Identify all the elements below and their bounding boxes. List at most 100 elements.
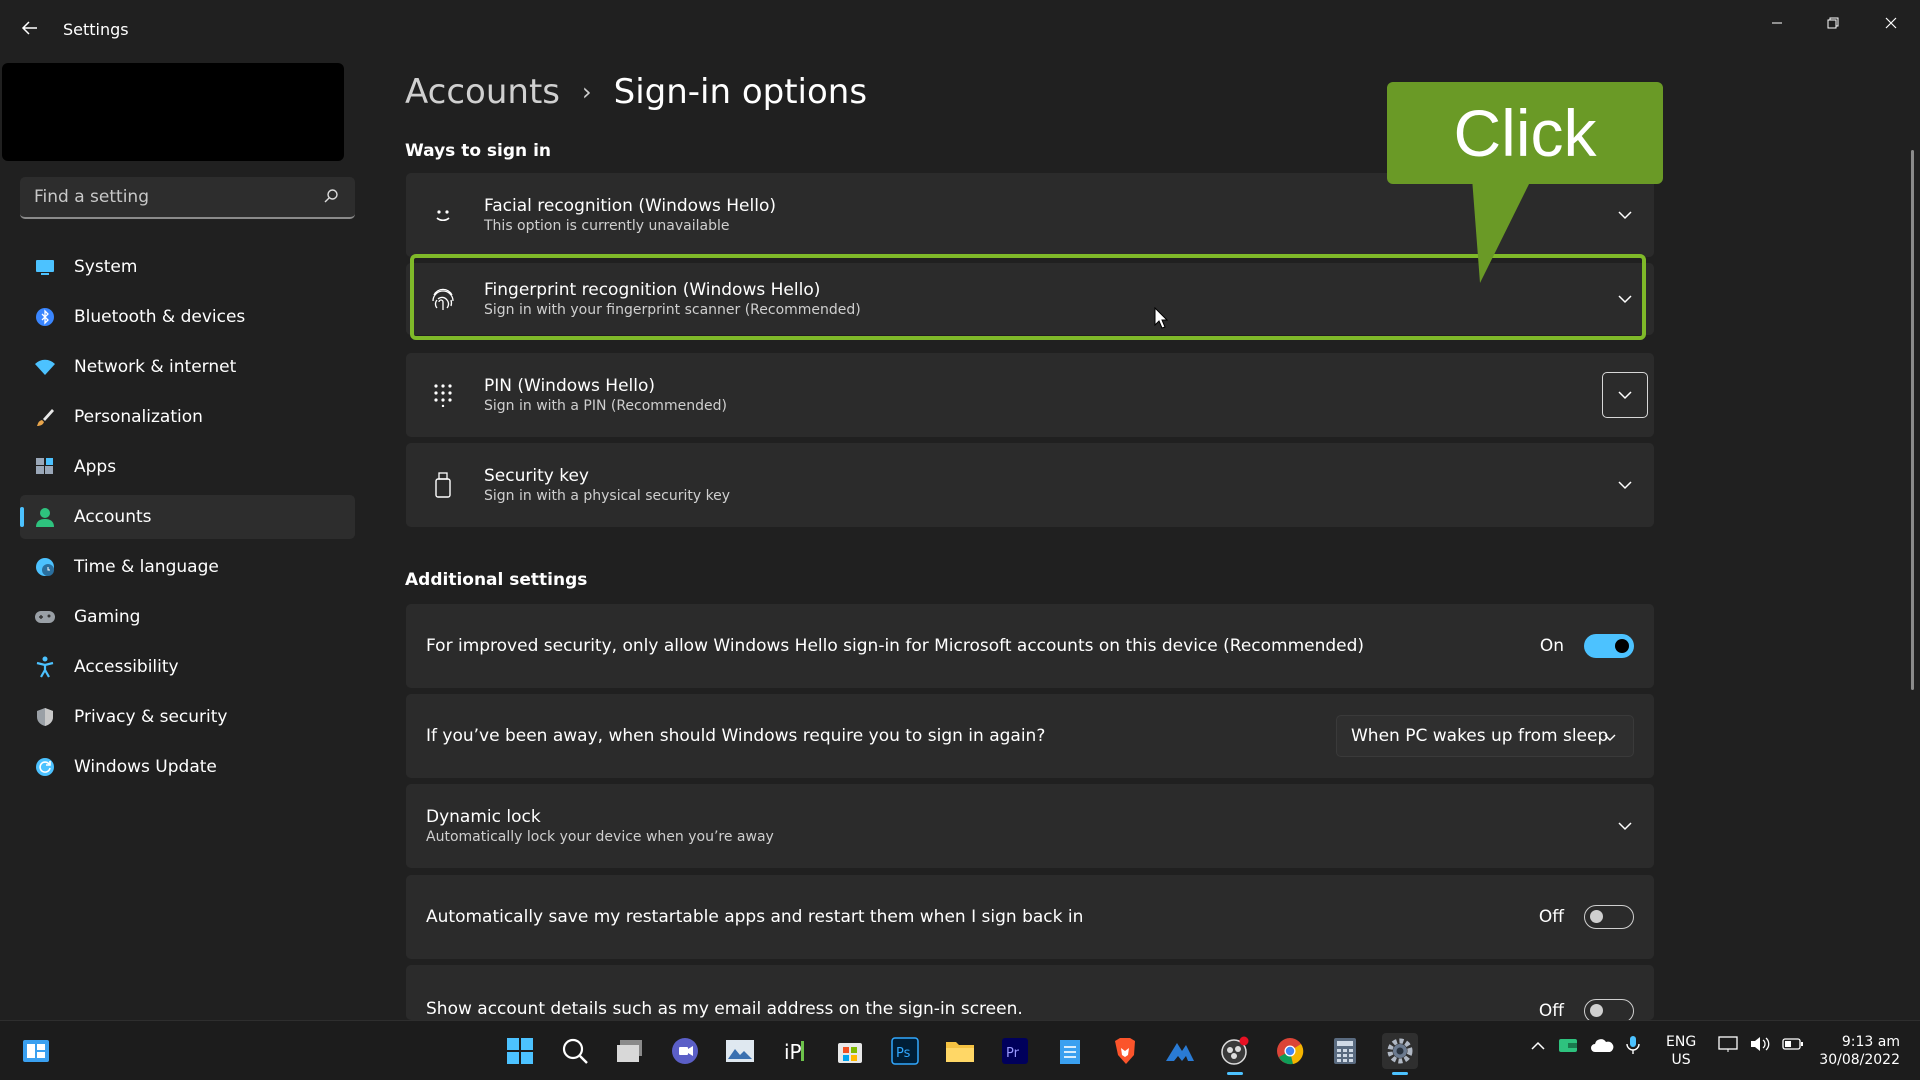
bluetooth-icon <box>34 306 56 328</box>
sidebar-item-accessibility[interactable]: Accessibility <box>20 645 355 689</box>
onedrive-icon[interactable] <box>1590 1037 1614 1057</box>
option-title: PIN (Windows Hello) <box>484 376 656 396</box>
back-arrow-icon[interactable] <box>18 18 42 42</box>
chevron-down-icon[interactable] <box>1602 372 1648 418</box>
search-icon[interactable] <box>323 188 341 206</box>
widgets-icon[interactable] <box>18 1033 54 1069</box>
profile-card[interactable] <box>2 63 344 161</box>
chevron-down-icon[interactable] <box>1614 474 1636 496</box>
language-code: ENG <box>1666 1034 1697 1050</box>
breadcrumb-parent[interactable]: Accounts <box>405 72 560 112</box>
teams-icon[interactable] <box>667 1033 703 1069</box>
close-button[interactable] <box>1868 8 1914 38</box>
shield-icon <box>34 706 56 728</box>
sidebar-item-privacy[interactable]: Privacy & security <box>20 695 355 739</box>
search-icon[interactable] <box>557 1033 593 1069</box>
premiere-icon[interactable]: Pr <box>997 1033 1033 1069</box>
minimize-button[interactable] <box>1754 8 1800 38</box>
option-subtitle: Sign in with your fingerprint scanner (R… <box>484 302 861 318</box>
brush-icon <box>34 406 56 428</box>
clock-time: 9:13 am <box>1841 1034 1900 1050</box>
breadcrumb: Accounts › Sign-in options <box>405 72 867 112</box>
setting-label: Automatically save my restartable apps a… <box>426 907 1084 927</box>
language-indicator[interactable]: ENG US <box>1666 1033 1696 1069</box>
battery-icon <box>1782 1037 1804 1055</box>
chevron-down-icon[interactable] <box>1614 815 1636 837</box>
scrollbar[interactable] <box>1911 150 1914 690</box>
restart-apps-setting: Automatically save my restartable apps a… <box>406 875 1654 959</box>
sidebar-item-label: System <box>74 257 138 277</box>
hello-only-setting: For improved security, only allow Window… <box>406 604 1654 688</box>
sidebar-item-windows-update[interactable]: Windows Update <box>20 745 355 789</box>
sidebar-item-gaming[interactable]: Gaming <box>20 595 355 639</box>
sidebar-item-network[interactable]: Network & internet <box>20 345 355 389</box>
restart-apps-toggle[interactable] <box>1584 905 1634 929</box>
fingerprint-recognition-card[interactable]: Fingerprint recognition (Windows Hello) … <box>406 263 1654 335</box>
account-details-setting: Show account details such as my email ad… <box>406 965 1654 1020</box>
section-title-ways-to-sign-in: Ways to sign in <box>405 141 552 161</box>
sidebar-item-time-language[interactable]: Time & language <box>20 545 355 589</box>
microphone-icon[interactable] <box>1626 1035 1640 1059</box>
malwarebytes-icon[interactable] <box>1162 1033 1198 1069</box>
restore-button[interactable] <box>1810 8 1856 38</box>
sidebar-item-label: Apps <box>74 457 117 477</box>
app-title: Settings <box>63 20 129 39</box>
account-details-toggle[interactable] <box>1584 999 1634 1020</box>
system-tray <box>1530 1035 1640 1059</box>
facial-recognition-card[interactable]: Facial recognition (Windows Hello) This … <box>406 173 1654 257</box>
svg-text:Pr: Pr <box>1006 1046 1020 1061</box>
dynamic-lock-card[interactable]: Dynamic lock Automatically lock your dev… <box>406 784 1654 868</box>
option-subtitle: Sign in with a physical security key <box>484 488 731 504</box>
chevron-down-icon[interactable] <box>1614 204 1636 226</box>
network-icon <box>1718 1035 1738 1057</box>
option-title: Fingerprint recognition (Windows Hello) <box>484 280 821 300</box>
taskbar: iP Ps Pr ENG US 9:13 am 30/08/2022 <box>0 1020 1920 1080</box>
task-view-icon[interactable] <box>612 1033 648 1069</box>
chevron-down-icon[interactable] <box>1614 288 1636 310</box>
sidebar-item-label: Gaming <box>74 607 141 627</box>
refresh-icon <box>34 756 56 778</box>
calculator-icon[interactable] <box>1327 1033 1363 1069</box>
sidebar-item-personalization[interactable]: Personalization <box>20 395 355 439</box>
toggle-state-label: Off <box>1538 1001 1564 1020</box>
require-signin-setting: If you’ve been away, when should Windows… <box>406 694 1654 778</box>
obs-icon[interactable] <box>1217 1033 1253 1075</box>
clock[interactable]: 9:13 am 30/08/2022 <box>1816 1033 1900 1069</box>
sidebar-item-accounts[interactable]: Accounts <box>20 495 355 539</box>
store-icon[interactable] <box>832 1033 868 1069</box>
start-icon[interactable] <box>502 1033 538 1069</box>
photoshop-icon[interactable]: Ps <box>887 1033 923 1069</box>
notepad-icon[interactable] <box>1052 1033 1088 1069</box>
usb-key-icon <box>428 470 458 500</box>
wallet-icon[interactable] <box>1558 1036 1578 1058</box>
explorer-icon[interactable] <box>942 1033 978 1069</box>
quick-settings[interactable] <box>1718 1035 1804 1057</box>
sidebar-item-label: Privacy & security <box>74 707 228 727</box>
security-key-card[interactable]: Security key Sign in with a physical sec… <box>406 443 1654 527</box>
callout-tail <box>1472 178 1532 283</box>
svg-text:Ps: Ps <box>896 1046 911 1061</box>
brave-icon[interactable] <box>1107 1033 1143 1069</box>
chrome-icon[interactable] <box>1272 1033 1308 1069</box>
sidebar-nav: System Bluetooth & devices Network & int… <box>20 245 355 795</box>
dropdown-value: When PC wakes up from sleep <box>1351 726 1609 746</box>
sidebar-item-system[interactable]: System <box>20 245 355 289</box>
sidebar-item-bluetooth[interactable]: Bluetooth & devices <box>20 295 355 339</box>
setting-label: For improved security, only allow Window… <box>426 636 1365 656</box>
hello-only-toggle[interactable] <box>1584 634 1634 658</box>
search-box[interactable] <box>20 177 355 219</box>
photos-icon[interactable] <box>722 1033 758 1069</box>
sidebar-item-label: Network & internet <box>74 357 237 377</box>
accessibility-icon <box>34 656 56 678</box>
sidebar-item-apps[interactable]: Apps <box>20 445 355 489</box>
sidebar-item-label: Accounts <box>74 507 152 527</box>
require-signin-dropdown[interactable]: When PC wakes up from sleep <box>1336 715 1634 757</box>
chevron-up-icon[interactable] <box>1530 1039 1546 1055</box>
chevron-down-icon <box>1603 728 1619 744</box>
option-title: Security key <box>484 466 589 486</box>
settings-icon[interactable] <box>1382 1033 1418 1075</box>
search-input[interactable] <box>34 187 323 207</box>
pin-card[interactable]: PIN (Windows Hello) Sign in with a PIN (… <box>406 353 1654 437</box>
ipvanish-icon[interactable]: iP <box>777 1033 813 1069</box>
smile-face-icon <box>428 200 458 230</box>
